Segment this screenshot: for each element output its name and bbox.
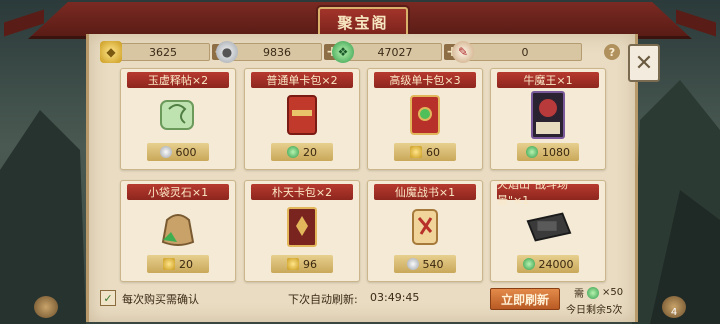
refresh-remaining: 今日剩余5次 — [566, 305, 623, 316]
gold-ingot-icon — [410, 146, 422, 158]
item-name: 玉虚释帖×2 — [127, 72, 229, 88]
item-name: 仙魔战书×1 — [374, 184, 476, 200]
card-pack-icon — [278, 91, 326, 139]
refresh-now-button[interactable]: 立即刷新 — [490, 288, 560, 310]
book-card-pack-icon — [278, 203, 326, 251]
item-price: 20 — [271, 143, 333, 161]
item-name: 火焰山"战斗场景"×1 — [497, 181, 599, 207]
item-price: 96 — [271, 255, 333, 273]
price-value: 540 — [422, 257, 444, 271]
help-button[interactable]: ? — [604, 44, 620, 60]
price-value: 600 — [175, 145, 197, 159]
chat-icon[interactable] — [34, 296, 58, 318]
currency-scroll: ✎ 0 — [452, 41, 582, 63]
item-name: 朴天卡包×2 — [251, 184, 353, 200]
jade-icon: ❖ — [332, 41, 354, 63]
hero-card-icon — [524, 91, 572, 139]
battle-scene-icon — [524, 203, 572, 251]
item-price: 20 — [147, 255, 209, 273]
price-value: 60 — [426, 145, 440, 159]
item-name: 普通单卡包×2 — [251, 72, 353, 88]
item-name: 小袋灵石×1 — [127, 184, 229, 200]
auto-refresh-label: 下次自动刷新: — [288, 293, 358, 306]
gold-ingot-icon: ◆ — [100, 41, 122, 63]
item-price: 540 — [394, 255, 456, 273]
shop-item-card[interactable]: 仙魔战书×1 540 — [367, 180, 483, 282]
item-price: 1080 — [517, 143, 579, 161]
page-title: 聚宝阁 — [318, 7, 408, 37]
currency-scroll-value: 0 — [468, 43, 582, 61]
battle-scroll-icon — [401, 203, 449, 251]
currency-silver: ● 9836 + — [216, 41, 340, 63]
premium-card-pack-icon — [401, 91, 449, 139]
price-value: 20 — [303, 145, 317, 159]
jade-icon — [287, 146, 299, 158]
scroll-ticket-icon: ✎ — [452, 41, 474, 63]
currency-silver-value: 9836 — [232, 43, 322, 61]
confirm-label: 每次购买需确认 — [122, 293, 199, 306]
silver-coin-icon — [406, 258, 419, 270]
item-name: 牛魔王×1 — [497, 72, 599, 88]
confirm-checkbox[interactable]: ✓ — [100, 290, 116, 306]
item-price: 600 — [147, 143, 209, 161]
shop-item-card[interactable]: 牛魔王×1 1080 — [490, 68, 606, 170]
jade-scroll-icon — [154, 91, 202, 139]
price-value: 96 — [303, 257, 317, 271]
item-price: 24000 — [517, 255, 579, 273]
currency-jade: ❖ 47027 + — [332, 41, 460, 63]
silver-coin-icon — [159, 146, 172, 158]
price-value: 1080 — [542, 145, 570, 159]
jade-icon — [587, 286, 599, 299]
currency-gold: ◆ 3625 + — [100, 41, 228, 63]
shop-item-card[interactable]: 小袋灵石×1 20 — [120, 180, 236, 282]
currency-gold-value: 3625 — [116, 43, 210, 61]
spirit-stone-bag-icon — [154, 203, 202, 251]
gold-ingot-icon — [163, 258, 175, 270]
currency-jade-value: 47027 — [348, 43, 442, 61]
shop-item-card[interactable]: 高级单卡包×3 60 — [367, 68, 483, 170]
jade-icon — [526, 146, 538, 158]
shop-item-card[interactable]: 朴天卡包×2 96 — [244, 180, 360, 282]
item-price: 60 — [394, 143, 456, 161]
menu-badge-button[interactable]: 4 — [662, 296, 686, 318]
shop-item-card[interactable]: 火焰山"战斗场景"×1 24000 — [490, 180, 606, 282]
price-value: 20 — [179, 257, 193, 271]
auto-refresh-time: 03:49:45 — [370, 291, 420, 304]
cost-prefix: 需 — [574, 289, 584, 300]
silver-coin-icon: ● — [216, 41, 238, 63]
close-button[interactable]: ✕ — [628, 44, 660, 82]
gold-ingot-icon — [287, 258, 299, 270]
item-name: 高级单卡包×3 — [374, 72, 476, 88]
price-value: 24000 — [538, 257, 574, 271]
shop-item-card[interactable]: 玉虚释帖×2 600 — [120, 68, 236, 170]
refresh-cost: 需 ×50 — [574, 285, 623, 300]
jade-icon — [522, 258, 535, 270]
cost-value: ×50 — [602, 287, 624, 298]
shop-item-card[interactable]: 普通单卡包×2 20 — [244, 68, 360, 170]
